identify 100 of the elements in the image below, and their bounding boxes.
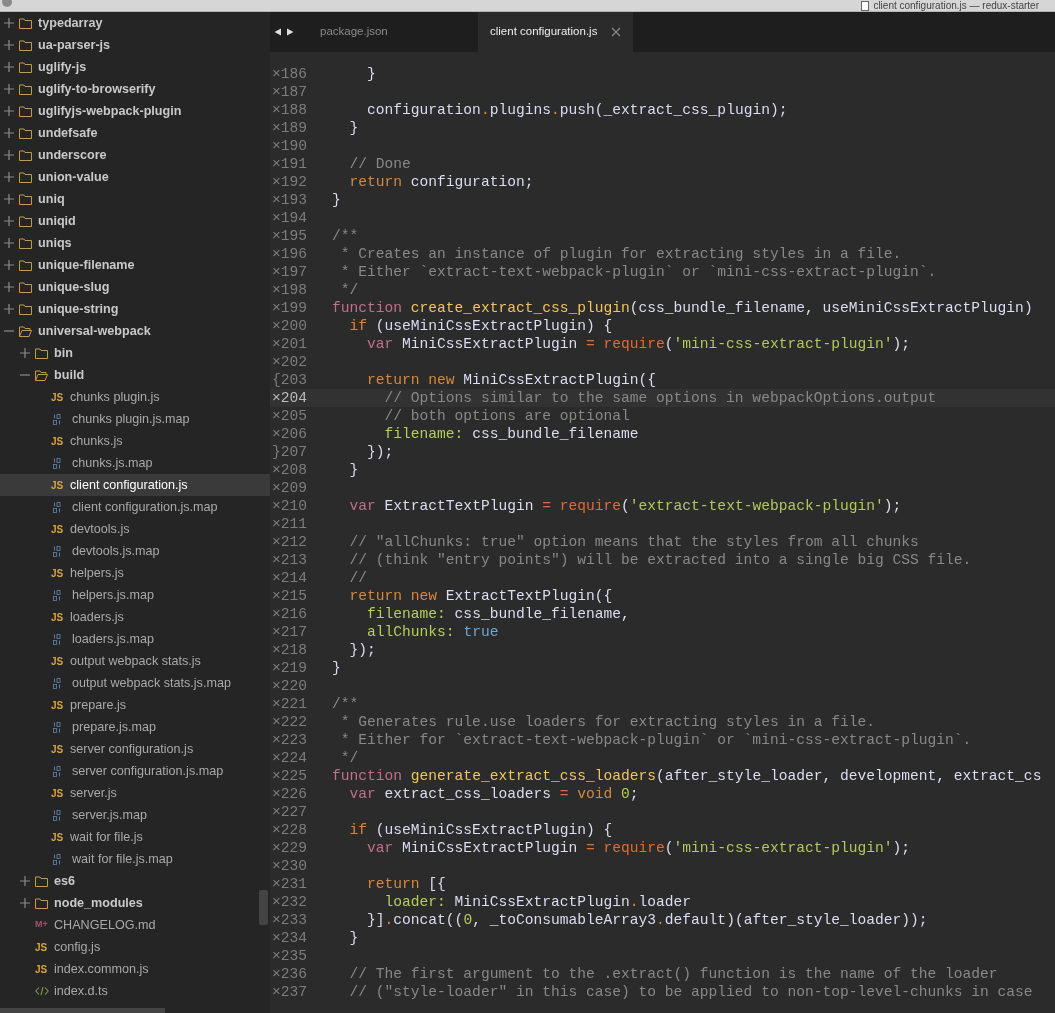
expand-icon[interactable] [3,83,15,95]
expand-icon[interactable] [3,303,15,315]
file-name[interactable]: chunks plugin.js.map [72,409,190,429]
folder-name[interactable]: unique-filename [38,255,135,275]
line-number: ×213 [271,551,309,569]
file-name[interactable]: helpers.js [70,563,124,583]
folder-name[interactable]: es6 [54,871,75,891]
expand-icon[interactable] [3,193,15,205]
file-name[interactable]: server configuration.js.map [72,761,224,781]
line-number: ×215 [271,587,309,605]
file-name[interactable]: output webpack stats.js [70,651,201,671]
file-name[interactable]: index.common.js [54,959,149,979]
folder-name[interactable]: uniqid [38,211,76,231]
file-name[interactable]: helpers.js.map [72,585,154,605]
folder-name[interactable]: underscore [38,145,107,165]
line-number: ×210 [271,497,309,515]
code-line: // both options are optional [383,407,630,425]
folder-name[interactable]: node_modules [54,893,143,913]
folder-name[interactable]: undefsafe [38,123,98,143]
file-name[interactable]: client configuration.js [70,475,188,495]
file-name[interactable]: chunks.js.map [72,453,153,473]
expand-icon[interactable] [3,39,15,51]
nav-forward-icon[interactable] [286,28,294,36]
folder-name[interactable]: unique-string [38,299,119,319]
folder-name[interactable]: uniq [38,189,65,209]
folder-name[interactable]: uglify-to-browserify [38,79,156,99]
expand-icon[interactable] [19,897,31,909]
line-number: ×212 [271,533,309,551]
editor-tab[interactable]: client configuration.js [478,12,634,52]
scrollbar-thumb[interactable] [0,1008,165,1013]
code-line: } [332,659,341,677]
line-number: ×191 [271,155,309,173]
expand-icon[interactable] [3,105,15,117]
expand-icon[interactable] [3,237,15,249]
file-name[interactable]: client configuration.js.map [72,497,218,517]
code-line: // The first argument to the .extract() function is the name of the loader [348,965,998,983]
expand-icon[interactable] [3,149,15,161]
code-line: // Options similar to the same options in webpackOptions.output [383,389,937,407]
expand-icon[interactable] [3,215,15,227]
folder-name[interactable]: ua-parser-js [38,35,111,55]
file-name[interactable]: config.js [54,937,101,957]
js-file-icon: JS [51,565,65,581]
folder-icon [19,303,32,315]
js-file-icon: JS [51,697,65,713]
expand-icon[interactable] [3,17,15,29]
file-name[interactable]: devtools.js [70,519,130,539]
line-number: ×211 [271,515,309,533]
line-number: ×229 [271,839,309,857]
file-name[interactable]: prepare.js [70,695,126,715]
folder-icon [19,215,32,227]
folder-name[interactable]: union-value [38,167,109,187]
file-name[interactable]: chunks.js [70,431,123,451]
code-line: filename: css_bundle_filename, [366,605,630,623]
file-name[interactable]: prepare.js.map [72,717,156,737]
expand-icon[interactable] [3,281,15,293]
folder-name[interactable]: universal-webpack [38,321,151,341]
file-name[interactable]: loaders.js.map [72,629,154,649]
folder-name[interactable]: build [54,365,85,385]
folder-name[interactable]: unique-slug [38,277,110,297]
file-name[interactable]: CHANGELOG.md [54,915,156,935]
folder-name[interactable]: bin [54,343,73,363]
editor-tab[interactable]: package.json [316,12,478,52]
close-icon[interactable] [611,27,622,37]
code-line: * Either for `extract-text-webpack-plugin` or `mini-css-extract-plugin`. [339,731,972,749]
js-file-icon: JS [51,741,65,757]
selected-row-highlight[interactable]: JS client configuration.js [0,474,270,496]
expand-icon[interactable] [3,259,15,271]
folder-icon [19,39,32,51]
nav-back-icon[interactable] [274,28,282,36]
line-number: ×200 [271,317,309,335]
window-control-icon[interactable] [2,0,12,7]
file-name[interactable]: index.d.ts [54,981,108,1001]
expand-icon[interactable] [3,127,15,139]
folder-name[interactable]: typedarray [38,13,103,33]
file-name[interactable]: wait for file.js [70,827,143,847]
line-number: ×190 [271,137,309,155]
line-number: ×222 [271,713,309,731]
file-name[interactable]: server.js.map [72,805,147,825]
code-line: // "allChunks: true" option means that the styles from all chunks [348,533,919,551]
scrollbar-thumb[interactable] [259,890,268,925]
folder-name[interactable]: uglify-js [38,57,87,77]
file-name[interactable]: devtools.js.map [72,541,160,561]
expand-icon[interactable] [3,61,15,73]
file-name[interactable]: server configuration.js [70,739,194,759]
code-line: * Either `extract-text-webpack-plugin` or `mini-css-extract-plugin`. [339,263,937,281]
expand-icon[interactable] [19,347,31,359]
folder-icon [19,193,32,205]
line-number: ×209 [271,479,309,497]
file-name[interactable]: output webpack stats.js.map [72,673,231,693]
file-name[interactable]: loaders.js [70,607,124,627]
folder-name[interactable]: uniqs [38,233,72,253]
code-line: }); [348,641,376,659]
expand-icon[interactable] [19,875,31,887]
file-name[interactable]: wait for file.js.map [72,849,173,869]
line-number: ×221 [271,695,309,713]
folder-name[interactable]: uglifyjs-webpack-plugin [38,101,182,121]
file-name[interactable]: server.js [70,783,117,803]
file-name[interactable]: chunks plugin.js [70,387,160,407]
expand-icon[interactable] [3,171,15,183]
js-file-icon: JS [35,961,49,977]
